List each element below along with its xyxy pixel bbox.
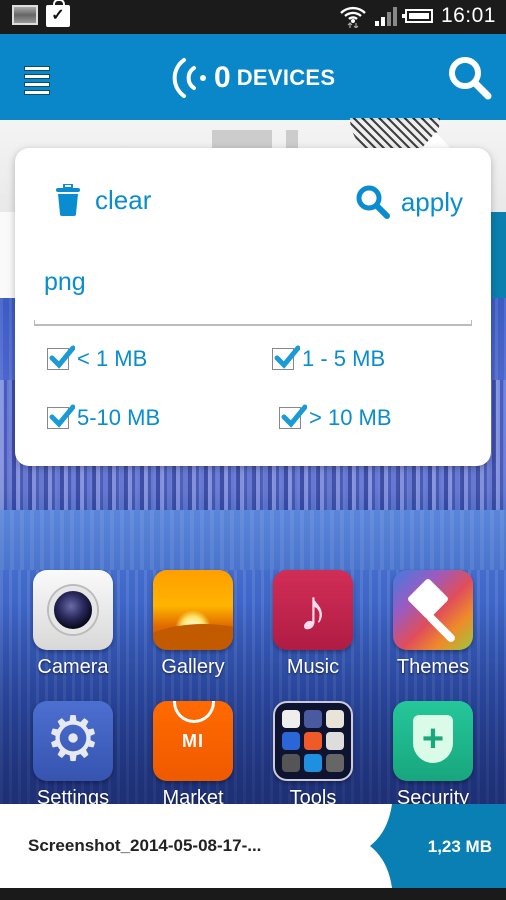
file-size-tag: 1,23 MB — [392, 804, 506, 888]
water-reflection — [0, 510, 506, 570]
tools-folder-icon — [273, 701, 353, 781]
app-camera[interactable]: Camera — [13, 570, 133, 679]
page-title: DEVICES — [236, 65, 336, 90]
app-market[interactable]: MI Market — [133, 701, 253, 810]
paintbrush-icon — [393, 570, 473, 650]
search-icon — [356, 185, 390, 219]
clear-label: clear — [95, 184, 152, 215]
checkbox-label: < 1 MB — [77, 346, 148, 371]
wifi-icon — [340, 6, 366, 28]
app-settings[interactable]: ⚙ Settings — [13, 701, 133, 810]
camera-icon — [33, 570, 113, 650]
checkmark-icon — [49, 345, 75, 369]
size-filter-5-10mb[interactable]: 5-10 MB — [47, 404, 161, 431]
filter-popup: clear apply < 1 MB 1 - 5 MB 5-10 MB > 10… — [15, 148, 491, 466]
shopping-bag-icon: MI — [153, 701, 233, 781]
app-label: Camera — [37, 656, 109, 678]
checkbox[interactable] — [272, 345, 300, 370]
clock: 16:01 — [440, 4, 496, 27]
checkbox-label: 1 - 5 MB — [302, 346, 386, 371]
file-size: 1,23 MB — [427, 837, 492, 856]
gear-icon: ⚙ — [33, 701, 113, 781]
clear-button[interactable]: clear — [55, 184, 151, 216]
music-note-icon: ♪ — [273, 570, 353, 650]
input-underline — [34, 320, 472, 326]
size-filter-lt-1mb[interactable]: < 1 MB — [47, 345, 148, 372]
size-filter-1-5mb[interactable]: 1 - 5 MB — [272, 345, 386, 372]
search-icon — [449, 57, 492, 100]
app-tools[interactable]: Tools — [253, 701, 373, 810]
broadcast-icon — [172, 58, 206, 98]
checkbox-label: 5-10 MB — [77, 405, 161, 430]
gallery-icon — [153, 570, 233, 650]
apply-label: apply — [400, 186, 463, 217]
status-bar: ✓ 16:01 — [0, 0, 506, 34]
hamburger-menu-icon — [24, 66, 50, 95]
background-size-tag — [490, 212, 506, 298]
app-label: Gallery — [161, 656, 225, 678]
system-nav-bar — [0, 888, 506, 900]
apply-button[interactable]: apply — [355, 184, 463, 220]
store-download-icon: ✓ — [46, 0, 70, 27]
trash-icon — [56, 184, 80, 216]
app-gallery[interactable]: Gallery — [133, 570, 253, 679]
size-filter-gt-10mb[interactable]: > 10 MB — [279, 404, 392, 431]
screenshot-notification-icon — [12, 5, 38, 25]
app-security[interactable]: + Security — [373, 701, 493, 810]
shield-plus-icon: + — [393, 701, 473, 781]
device-count: 0 — [214, 61, 231, 94]
battery-icon — [401, 9, 433, 23]
menu-button[interactable] — [24, 66, 50, 95]
file-list-item[interactable]: Screenshot_2014-05-08-17-... 1,23 MB — [0, 804, 506, 888]
app-grid: Camera Gallery ♪ Music Themes ⚙ Settings… — [0, 570, 506, 810]
action-bar: 0 DEVICES — [0, 34, 506, 120]
devices-title[interactable]: 0 DEVICES — [172, 56, 335, 100]
app-label: Themes — [396, 656, 470, 678]
checkbox[interactable] — [47, 404, 75, 429]
app-label: Music — [286, 656, 340, 678]
checkmark-icon — [49, 404, 75, 428]
checkmark-icon — [274, 345, 300, 369]
file-name: Screenshot_2014-05-08-17-... — [28, 836, 262, 855]
size-tag-notch — [370, 804, 394, 888]
checkmark-icon — [281, 404, 307, 428]
filter-query-input[interactable] — [34, 256, 482, 308]
signal-icon — [374, 6, 397, 26]
search-button[interactable] — [446, 54, 494, 102]
checkbox[interactable] — [47, 345, 75, 370]
app-themes[interactable]: Themes — [373, 570, 493, 679]
checkbox-label: > 10 MB — [309, 405, 392, 430]
checkbox[interactable] — [279, 404, 307, 429]
app-music[interactable]: ♪ Music — [253, 570, 373, 679]
